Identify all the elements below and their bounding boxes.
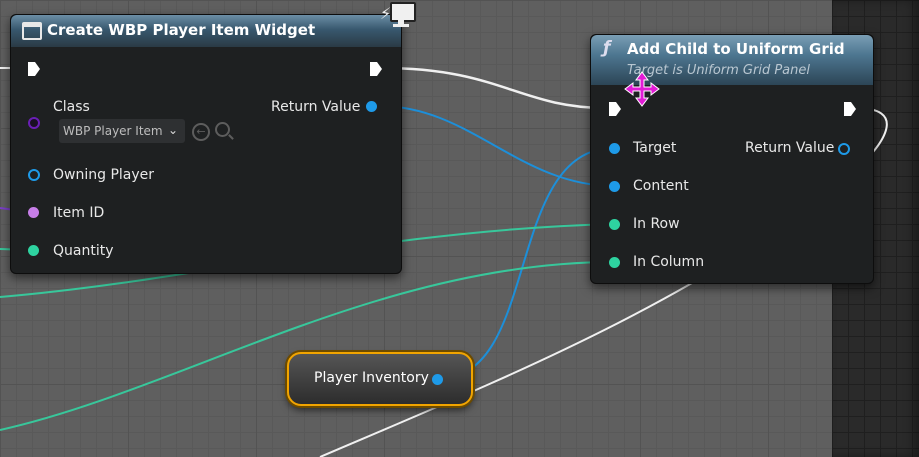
owning-player-label: Owning Player [53,167,155,183]
wire-return-to-content [379,105,615,187]
class-pin-row: Class [53,99,90,115]
add-exec-in-pin[interactable] [608,101,622,117]
exec-in-pin[interactable] [27,61,41,77]
monitor-lightning-icon: ⚡ [380,0,416,30]
move-cursor-icon [624,71,660,107]
quantity-label: Quantity [53,243,114,259]
target-label: Target [633,140,677,156]
chevron-down-icon: ⌄ [167,123,178,137]
player-inventory-pin[interactable] [432,374,443,385]
class-label: Class [53,99,90,115]
create-widget-header[interactable]: Create WBP Player Item Widget [11,15,401,47]
in-column-pin[interactable] [609,257,620,268]
quantity-row: Quantity [53,243,114,259]
in-column-label: In Column [633,254,705,270]
add-return-row: Return Value [745,140,834,156]
in-row-pin[interactable] [609,219,620,230]
widget-icon [22,22,42,40]
item-id-label: Item ID [53,205,105,221]
content-label: Content [633,178,689,194]
browse-back-icon[interactable]: ← [192,123,210,141]
content-row: Content [633,178,689,194]
target-row: Target [633,140,676,156]
search-icon-handle [228,134,234,140]
in-column-row: In Column [633,254,704,270]
add-return-pin[interactable] [838,143,850,155]
create-widget-node[interactable]: Create WBP Player Item Widget Class WBP … [10,14,402,274]
return-value-row: Return Value [271,99,360,115]
in-row-row: In Row [633,216,680,232]
owning-player-row: Owning Player [53,167,154,183]
add-child-title: Add Child to Uniform Grid [627,40,845,58]
exec-out-pin[interactable] [369,61,383,77]
player-inventory-node[interactable]: Player Inventory [287,352,473,406]
class-dropdown-value: WBP Player Item [63,124,163,138]
return-value-pin[interactable] [366,101,377,112]
class-dropdown[interactable]: WBP Player Item ⌄ [59,119,185,143]
item-id-row: Item ID [53,205,104,221]
item-id-pin[interactable] [28,207,39,218]
in-row-label: In Row [633,216,680,232]
target-pin[interactable] [609,143,620,154]
add-exec-out-pin[interactable] [843,101,857,117]
player-inventory-label: Player Inventory [314,370,429,386]
create-widget-title: Create WBP Player Item Widget [47,21,316,39]
function-icon: ƒ [603,38,611,58]
class-pin[interactable] [28,117,40,129]
owning-player-pin[interactable] [28,169,40,181]
quantity-pin[interactable] [28,245,39,256]
content-pin[interactable] [609,181,620,192]
wire-exec-main [381,66,607,110]
add-return-label: Return Value [745,140,835,156]
return-value-label: Return Value [271,99,361,115]
